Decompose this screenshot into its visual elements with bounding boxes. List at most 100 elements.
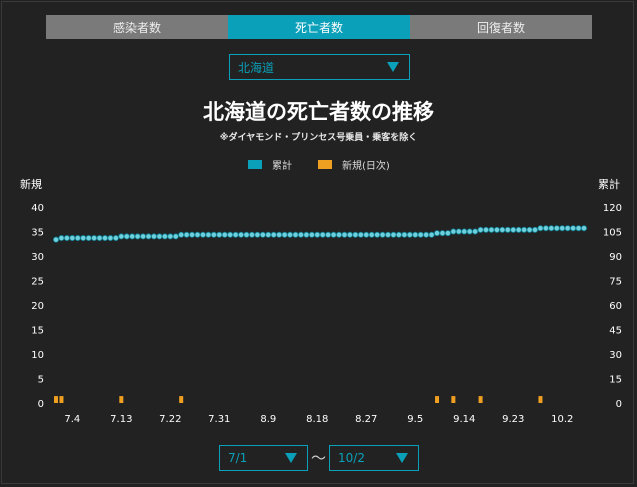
date-range-separator: 〜 bbox=[310, 449, 326, 467]
cumulative-point bbox=[63, 235, 70, 242]
cumulative-point bbox=[205, 231, 212, 238]
cumulative-point bbox=[85, 235, 92, 242]
cumulative-point bbox=[265, 231, 272, 238]
new-daily-bar bbox=[478, 396, 483, 403]
cumulative-point bbox=[341, 231, 348, 238]
date-from-select[interactable]: 7/1 bbox=[219, 445, 308, 471]
cumulative-point bbox=[281, 231, 288, 238]
new-daily-bar bbox=[59, 396, 64, 403]
cumulative-point bbox=[53, 236, 60, 243]
cumulative-point bbox=[287, 231, 294, 238]
cumulative-point bbox=[161, 233, 168, 240]
cumulative-point bbox=[319, 231, 326, 238]
cumulative-point bbox=[172, 233, 179, 240]
x-axis-tick-label: 7.4 bbox=[64, 414, 80, 425]
x-axis-tick-label: 7.31 bbox=[208, 414, 230, 425]
right-axis-tick-label: 90 bbox=[609, 252, 622, 263]
cumulative-point bbox=[521, 226, 528, 233]
cumulative-point bbox=[112, 235, 119, 242]
cumulative-point bbox=[227, 231, 234, 238]
cumulative-point bbox=[221, 231, 228, 238]
cumulative-point bbox=[254, 231, 261, 238]
x-axis-tick-label: 10.2 bbox=[551, 414, 573, 425]
cumulative-point bbox=[238, 231, 245, 238]
right-axis-tick-label: 15 bbox=[609, 375, 622, 386]
cumulative-point bbox=[390, 231, 397, 238]
cumulative-point bbox=[145, 233, 152, 240]
cumulative-point bbox=[183, 231, 190, 238]
date-from-value: 7/1 bbox=[228, 451, 248, 465]
cumulative-point bbox=[466, 228, 473, 235]
cumulative-point bbox=[412, 231, 419, 238]
left-axis-tick-label: 5 bbox=[38, 375, 44, 386]
left-axis-tick-label: 30 bbox=[31, 252, 44, 263]
cumulative-point bbox=[336, 231, 343, 238]
cumulative-point bbox=[96, 235, 103, 242]
cumulative-point bbox=[232, 231, 239, 238]
cumulative-point bbox=[450, 228, 457, 235]
cumulative-point bbox=[123, 233, 130, 240]
cumulative-point bbox=[499, 226, 506, 233]
date-to-value: 10/2 bbox=[338, 451, 365, 465]
cumulative-point bbox=[368, 231, 375, 238]
cumulative-point bbox=[330, 231, 337, 238]
cumulative-point bbox=[553, 225, 560, 232]
cumulative-point bbox=[178, 231, 185, 238]
cumulative-point bbox=[428, 231, 435, 238]
cumulative-point bbox=[107, 235, 114, 242]
cumulative-point bbox=[80, 235, 87, 242]
cumulative-point bbox=[504, 226, 511, 233]
left-axis-tick-label: 10 bbox=[31, 350, 44, 361]
cumulative-point bbox=[314, 231, 321, 238]
cumulative-point bbox=[493, 226, 500, 233]
cumulative-point bbox=[189, 231, 196, 238]
cumulative-point bbox=[537, 225, 544, 232]
right-axis-tick-label: 60 bbox=[609, 301, 622, 312]
cumulative-point bbox=[510, 226, 517, 233]
x-axis-tick-label: 8.18 bbox=[306, 414, 328, 425]
dropdown-arrow-icon bbox=[396, 453, 408, 463]
cumulative-point bbox=[101, 235, 108, 242]
cumulative-point bbox=[308, 231, 315, 238]
cumulative-point bbox=[74, 235, 81, 242]
cumulative-point bbox=[216, 231, 223, 238]
cumulative-point bbox=[488, 226, 495, 233]
right-axis-tick-label: 0 bbox=[616, 399, 622, 410]
cumulative-point bbox=[559, 225, 566, 232]
cumulative-point bbox=[570, 225, 577, 232]
cumulative-point bbox=[363, 231, 370, 238]
cumulative-point bbox=[91, 235, 98, 242]
x-axis-tick-label: 9.5 bbox=[407, 414, 423, 425]
right-axis-tick-label: 30 bbox=[609, 350, 622, 361]
dropdown-arrow-icon bbox=[285, 453, 297, 463]
cumulative-point bbox=[401, 231, 408, 238]
new-daily-bar bbox=[538, 396, 543, 403]
new-daily-bar bbox=[54, 396, 58, 403]
new-daily-bar bbox=[451, 396, 456, 403]
cumulative-point bbox=[374, 231, 381, 238]
x-axis-tick-label: 9.14 bbox=[453, 414, 475, 425]
cumulative-point bbox=[297, 231, 304, 238]
cumulative-point bbox=[434, 230, 441, 237]
cumulative-point bbox=[194, 231, 201, 238]
cumulative-point bbox=[548, 225, 555, 232]
cumulative-point bbox=[542, 225, 549, 232]
date-to-select[interactable]: 10/2 bbox=[329, 445, 419, 471]
cumulative-point bbox=[581, 225, 588, 232]
right-axis-tick-label: 105 bbox=[603, 228, 622, 239]
cumulative-point bbox=[270, 231, 277, 238]
cumulative-point bbox=[150, 233, 157, 240]
cumulative-point bbox=[357, 231, 364, 238]
right-axis-tick-label: 75 bbox=[609, 277, 622, 288]
cumulative-point bbox=[423, 231, 430, 238]
x-axis-tick-label: 9.23 bbox=[502, 414, 524, 425]
cumulative-point bbox=[379, 231, 386, 238]
x-axis-tick-label: 8.9 bbox=[260, 414, 276, 425]
deaths-chart: 0 5 10 15 20 25 30 35 40 0 15 30 45 60 75 90 105 120 7.4 7.… bbox=[31, 203, 622, 425]
cumulative-point bbox=[325, 231, 332, 238]
cumulative-point bbox=[243, 231, 250, 238]
cumulative-point bbox=[248, 231, 255, 238]
cumulative-point bbox=[395, 231, 402, 238]
cumulative-point bbox=[134, 233, 141, 240]
cumulative-point bbox=[526, 226, 533, 233]
